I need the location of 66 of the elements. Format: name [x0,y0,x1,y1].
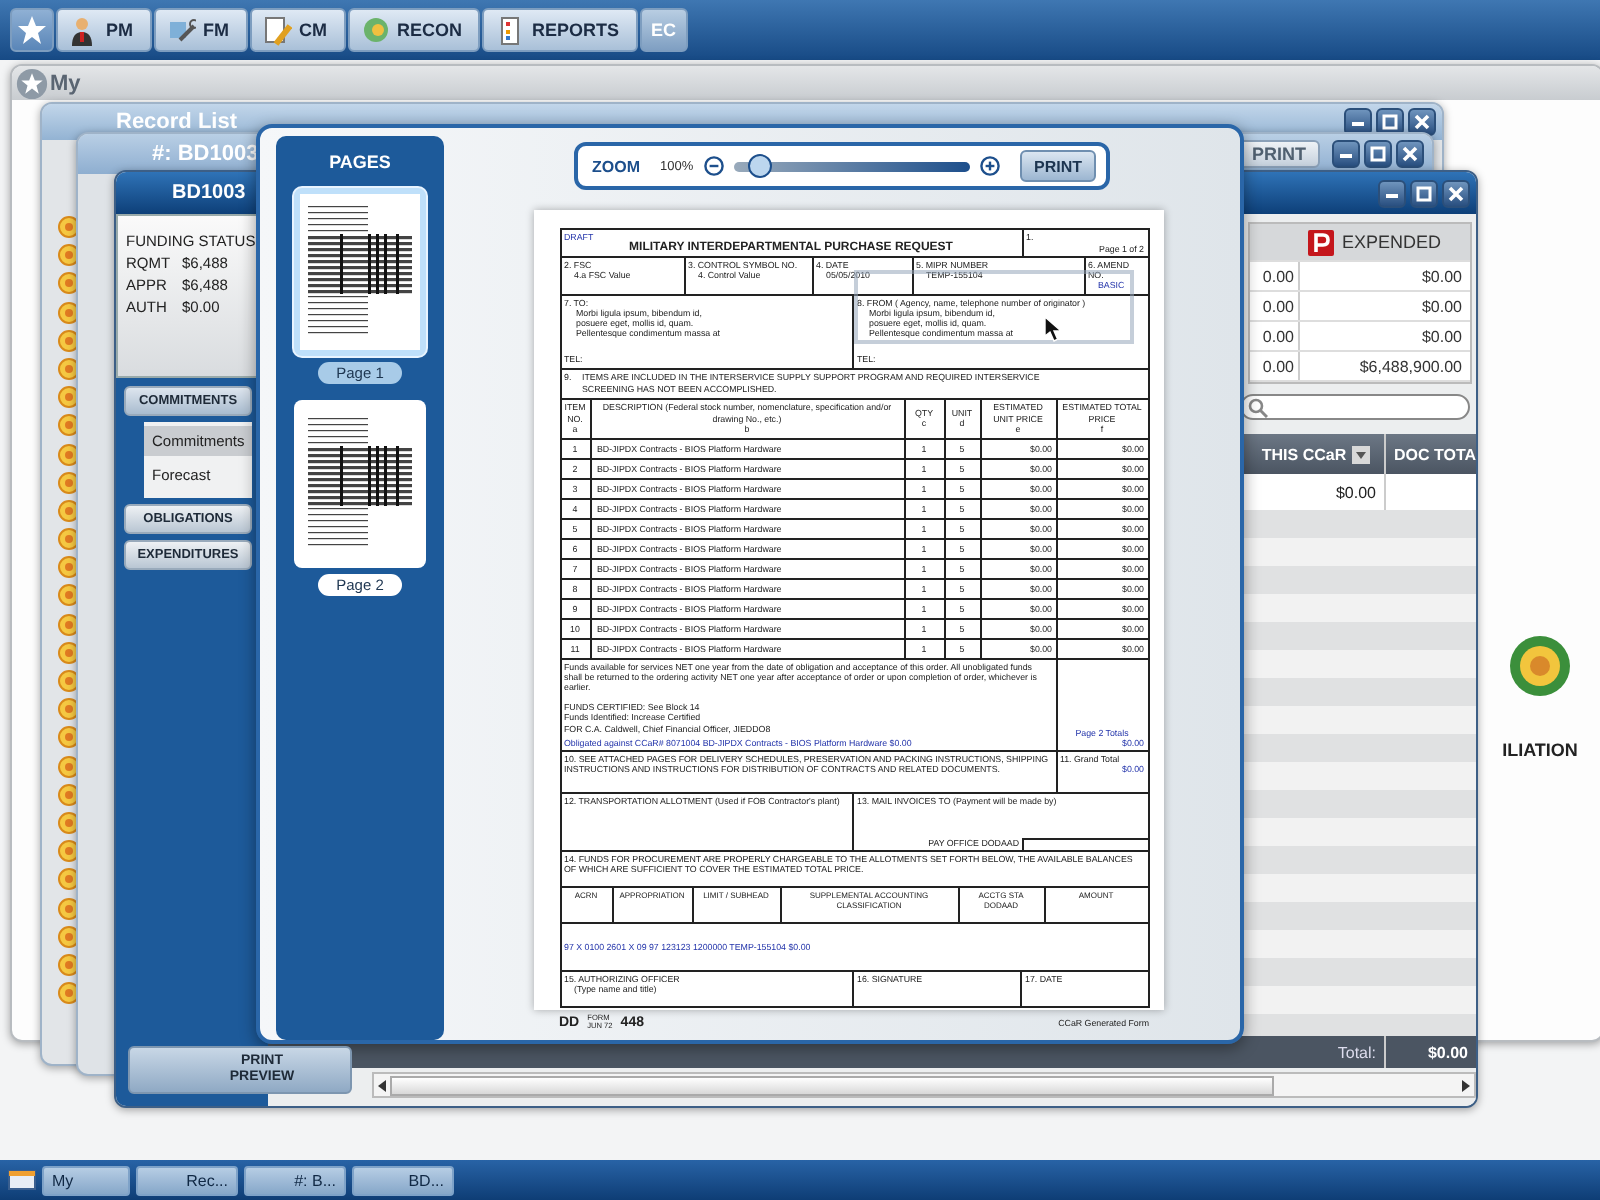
total-value: $0.00 [1384,1036,1476,1068]
shortcut-label[interactable]: ILIATION [1502,740,1578,760]
minus-icon [703,156,724,176]
taskbar-button[interactable]: My [42,1165,130,1195]
page-thumbnail[interactable] [294,400,426,568]
window-title: #: BD1003 [152,142,259,166]
zoom-in-button[interactable] [977,154,1002,178]
arrow-right-icon [1458,1077,1474,1093]
close-button[interactable] [1408,108,1436,136]
module-button[interactable]: PM [56,8,151,52]
search-icon [1248,397,1268,417]
close-button[interactable] [1442,179,1470,207]
close-icon [1400,144,1420,164]
table-cell-text: $0.00 [1419,297,1464,315]
slider-thumb[interactable] [748,153,773,177]
module-button[interactable]: FM [153,8,247,52]
star-icon [18,16,46,44]
minimize-button[interactable] [1332,140,1360,168]
filter-icon [1352,445,1371,463]
maximize-icon [1414,183,1434,203]
scrollbar[interactable] [372,1072,1476,1098]
table-cell-text: $6,488,900.00 [1357,357,1464,375]
p-icon [1308,229,1334,255]
print-button[interactable]: PRINT [1020,150,1096,182]
table-cell: 0.00 [1250,322,1300,350]
module-button[interactable]: RECON [347,8,481,52]
home-button[interactable] [10,8,54,52]
table-cell-text: $0.00 [1419,267,1464,285]
maximize-button[interactable] [1410,179,1438,207]
panel-title: PAGES [329,152,391,172]
close-icon [1446,183,1466,203]
window-title: My [50,71,81,95]
window-title: BD1003 [172,182,246,204]
column-header: EXPENDED [1342,232,1442,252]
table-cell-text: $0.00 [1333,481,1378,505]
minimize-button[interactable] [1378,179,1406,207]
print-button[interactable]: PRINT [1238,140,1320,168]
close-icon [1412,112,1432,132]
taskbar-button[interactable]: BD... [352,1165,454,1195]
report-icon [496,15,525,45]
table-cell-text: $0.00 [1419,327,1464,345]
table-cell: 0.00 [1250,292,1300,320]
scroll-thumb[interactable] [390,1075,1274,1095]
window-title: Record List [116,110,238,134]
total-label: Total: [1335,1041,1378,1065]
module-button[interactable]: REPORTS [482,8,638,52]
search-field[interactable] [1240,394,1470,420]
pencil-icon [263,15,291,45]
close-button[interactable] [1396,140,1424,168]
zoom-label: ZOOM [592,157,640,175]
plus-icon [979,156,1000,176]
person-icon [70,15,98,45]
module-button[interactable]: CM [249,8,345,52]
table-cell: 0.00 [1250,352,1300,380]
taskbar-button[interactable]: Rec... [136,1165,238,1195]
page-thumbnail[interactable] [294,188,426,356]
maximize-button[interactable] [1364,140,1392,168]
column-header: THIS CCaR [1261,445,1347,463]
arrow-left-icon [374,1077,390,1093]
wrench-icon [167,15,195,45]
table-cell: 0.00 [1250,262,1300,290]
cursor-icon [1043,316,1061,342]
zoom-out-button[interactable] [701,154,726,178]
taskbar-button[interactable]: #: B... [244,1165,346,1195]
column-header: DOC TOTA [1394,445,1476,463]
window-icon [8,1168,36,1192]
